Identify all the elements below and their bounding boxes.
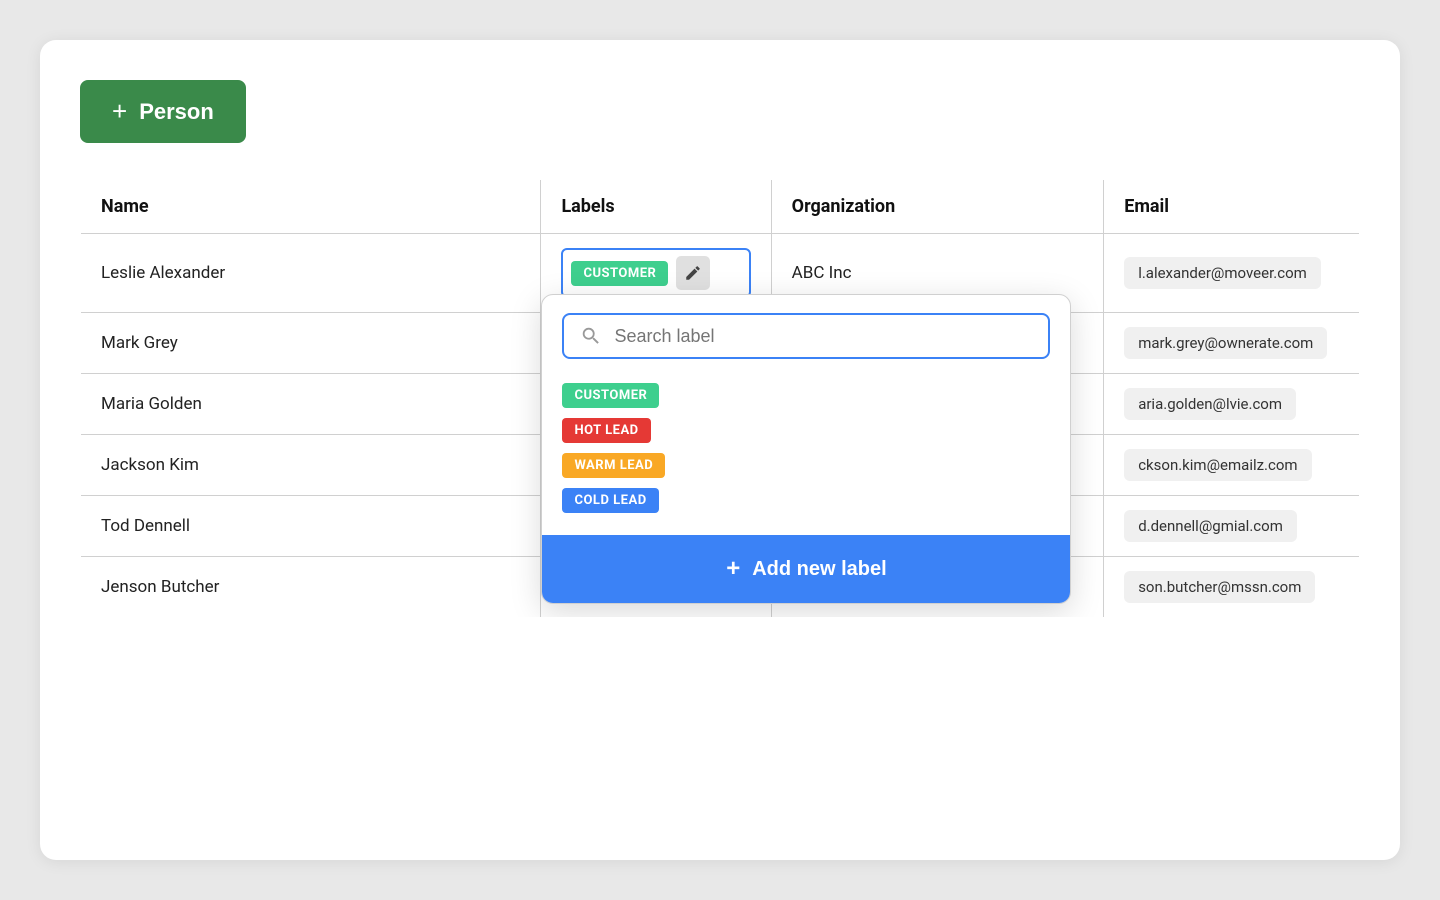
col-header-org: Organization [771,180,1104,234]
contact-email: mark.grey@ownerate.com [1104,313,1360,374]
add-label-text: Add new label [752,558,886,581]
label-cell-content[interactable]: CUSTOMER [561,248,750,298]
contact-name: Jackson Kim [81,435,541,496]
contacts-table: Name Labels Organization Email Leslie Al… [80,179,1360,618]
col-header-name: Name [81,180,541,234]
label-option-customer: CUSTOMER [562,383,659,408]
label-dropdown: CUSTOMER HOT LEAD WARM LEAD COLD LEAD + Add n… [541,294,1071,604]
add-person-plus: + [112,96,127,127]
label-option-warm-lead: WARM LEAD [562,453,665,478]
contact-email: aria.golden@lvie.com [1104,374,1360,435]
email-badge: mark.grey@ownerate.com [1124,327,1327,359]
contact-name: Tod Dennell [81,496,541,557]
table-row: Leslie AlexanderCUSTOMERCUSTOMERHOT LEAD… [81,234,1360,313]
label-option-hot-lead: HOT LEAD [562,418,650,443]
label-option[interactable]: CUSTOMER [562,383,659,408]
search-icon [580,325,602,347]
add-label-plus: + [726,555,740,583]
add-person-label: Person [139,99,214,125]
email-badge: ckson.kim@emailz.com [1124,449,1311,481]
contact-email: son.butcher@mssn.com [1104,557,1360,618]
email-badge: d.dennell@gmial.com [1124,510,1297,542]
col-header-email: Email [1104,180,1360,234]
add-person-button[interactable]: + Person [80,80,246,143]
add-new-label-button[interactable]: + Add new label [542,535,1070,603]
email-badge: son.butcher@mssn.com [1124,571,1315,603]
email-badge: aria.golden@lvie.com [1124,388,1296,420]
edit-label-button[interactable] [676,256,710,290]
label-option[interactable]: HOT LEAD [562,418,650,443]
contact-name: Leslie Alexander [81,234,541,313]
label-badge-customer: CUSTOMER [571,261,668,286]
label-option-cold-lead: COLD LEAD [562,488,658,513]
main-card: + Person Name Labels Organization Email … [40,40,1400,860]
label-option[interactable]: WARM LEAD [562,453,665,478]
contact-email: ckson.kim@emailz.com [1104,435,1360,496]
contact-name: Jenson Butcher [81,557,541,618]
search-input-wrap [562,313,1050,359]
contact-name: Mark Grey [81,313,541,374]
email-badge: l.alexander@moveer.com [1124,257,1321,289]
contact-labels-cell[interactable]: CUSTOMERCUSTOMERHOT LEADWARM LEADCOLD LE… [541,234,771,313]
contact-name: Maria Golden [81,374,541,435]
col-header-labels: Labels [541,180,771,234]
label-option[interactable]: COLD LEAD [562,488,658,513]
contact-email: l.alexander@moveer.com [1104,234,1360,313]
search-row [542,295,1070,373]
label-options-list: CUSTOMER HOT LEAD WARM LEAD COLD LEAD [542,373,1070,531]
search-label-input[interactable] [614,326,1032,347]
contact-email: d.dennell@gmial.com [1104,496,1360,557]
